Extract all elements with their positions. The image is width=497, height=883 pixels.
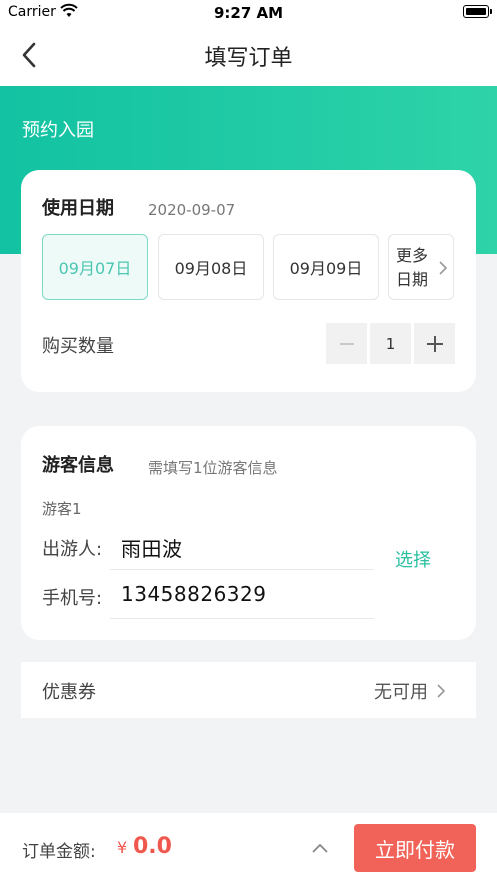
- pay-now-button[interactable]: 立即付款: [354, 824, 476, 872]
- visitor-card: 游客信息 需填写1位游客信息 游客1 出游人: 雨田波 手机号: 1345882…: [21, 426, 476, 640]
- visitor-card-title: 游客信息: [42, 455, 114, 476]
- phone-field[interactable]: 13458826329: [121, 582, 266, 606]
- divider: [110, 569, 374, 570]
- coupon-label: 优惠券: [42, 682, 96, 703]
- navigation-bar: 填写订单: [0, 26, 497, 86]
- traveler-name-label: 出游人:: [42, 539, 103, 560]
- more-dates-button[interactable]: 更多日期: [388, 234, 454, 300]
- order-amount-label: 订单金额:: [22, 842, 96, 862]
- decrease-button[interactable]: [326, 323, 367, 364]
- visitor-card-subtitle: 需填写1位游客信息: [148, 459, 278, 477]
- battery-icon: [463, 5, 492, 18]
- quantity-stepper: 1: [326, 323, 455, 364]
- order-amount: 0.0: [133, 834, 172, 859]
- currency-symbol: ¥: [117, 838, 128, 857]
- coupon-status: 无可用: [374, 682, 428, 703]
- chevron-right-icon: [439, 261, 448, 275]
- page-title: 填写订单: [204, 46, 293, 71]
- divider: [110, 618, 374, 619]
- phone-label: 手机号:: [42, 588, 103, 609]
- select-visitor-link[interactable]: 选择: [395, 546, 431, 572]
- traveler-name-field[interactable]: 雨田波: [121, 533, 183, 562]
- coupon-row[interactable]: 优惠券 无可用: [21, 662, 476, 718]
- more-dates-label: 更多日期: [396, 246, 429, 289]
- status-bar: Carrier 9:27 AM: [0, 0, 497, 26]
- minus-icon: [339, 342, 354, 345]
- date-option-0907[interactable]: 09月07日: [42, 234, 148, 300]
- clock-time: 9:27 AM: [213, 4, 284, 22]
- plus-icon: [426, 335, 443, 352]
- chevron-right-icon: [437, 684, 446, 698]
- date-option-0908[interactable]: 09月08日: [158, 234, 264, 300]
- checkout-bar: 订单金额: ¥ 0.0 立即付款: [0, 813, 497, 883]
- visitor-label: 游客1: [42, 500, 82, 518]
- quantity-label: 购买数量: [42, 336, 114, 357]
- selected-date: 2020-09-07: [148, 201, 236, 219]
- quantity-value: 1: [370, 323, 411, 364]
- chevron-up-icon[interactable]: [310, 840, 330, 856]
- date-card: 使用日期 2020-09-07 09月07日 09月08日 09月09日 更多日…: [21, 170, 476, 392]
- date-option-0909[interactable]: 09月09日: [273, 234, 379, 300]
- increase-button[interactable]: [414, 323, 455, 364]
- date-card-title: 使用日期: [42, 198, 114, 219]
- section-label: 预约入园: [22, 120, 94, 141]
